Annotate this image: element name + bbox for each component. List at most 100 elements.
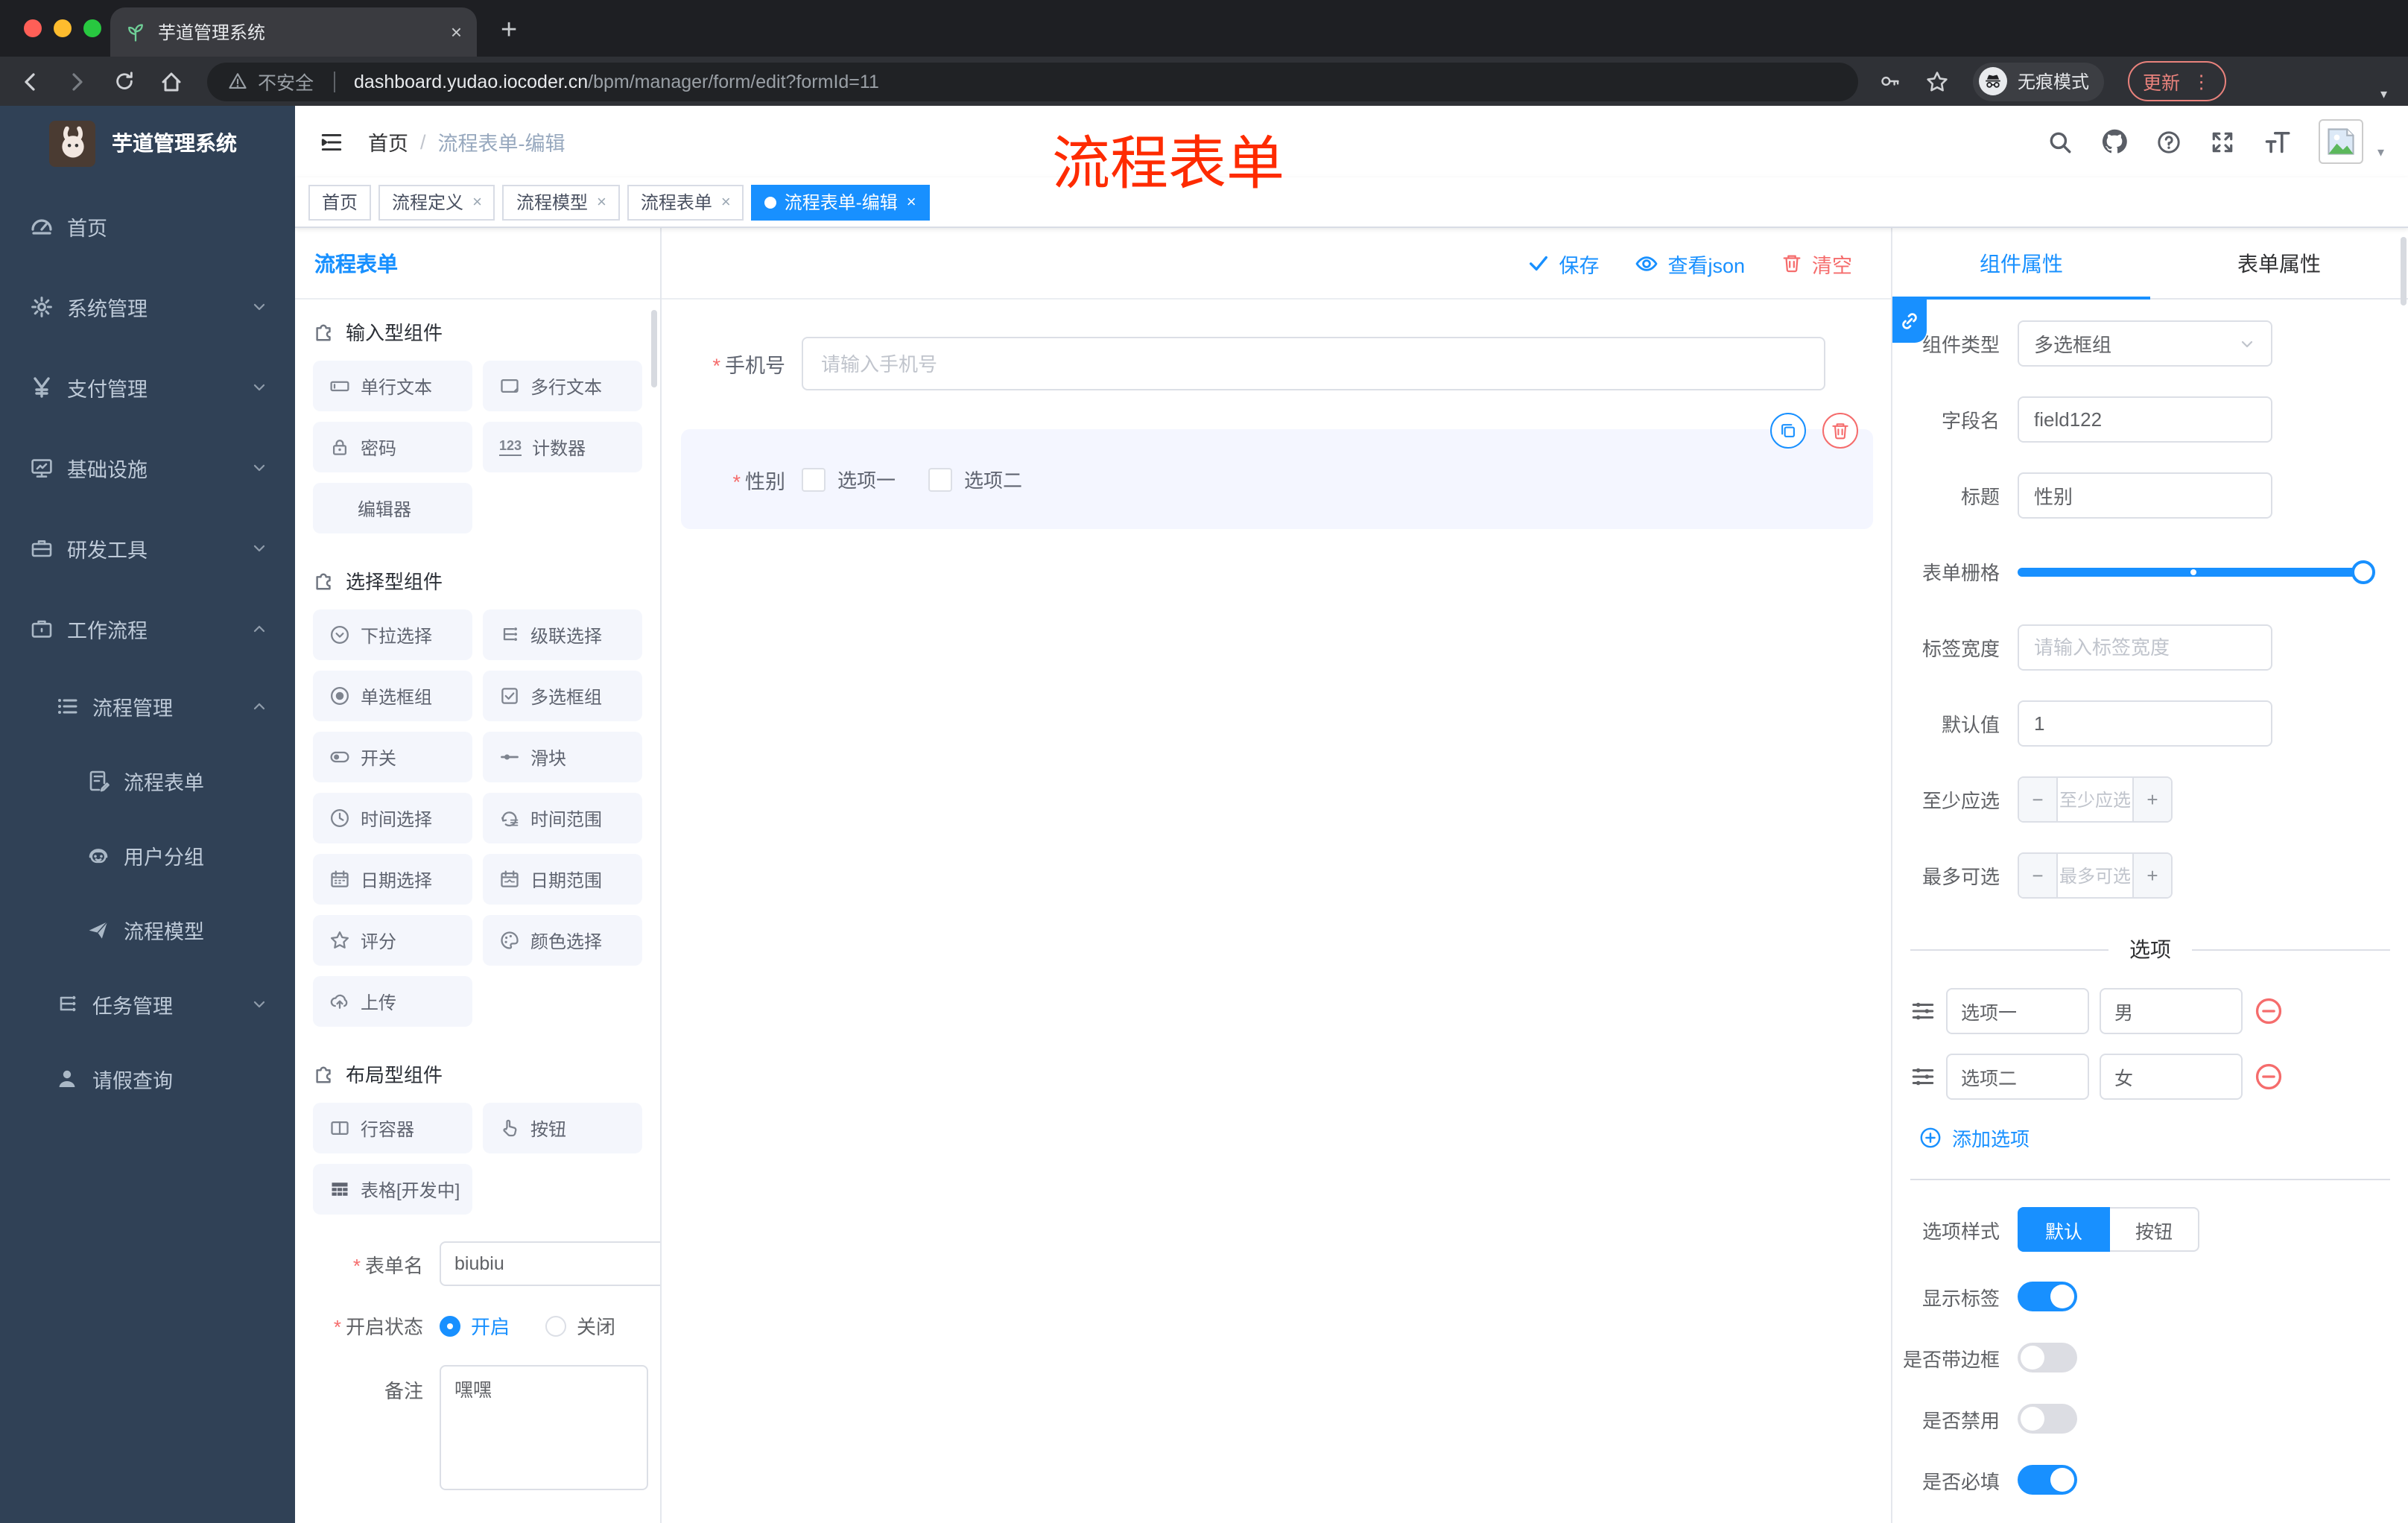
sidebar-item-process-form[interactable]: 流程表单 bbox=[0, 744, 295, 818]
decrease-button[interactable]: − bbox=[2019, 854, 2058, 897]
component-single-text[interactable]: 单行文本 bbox=[313, 361, 472, 411]
home-icon[interactable] bbox=[159, 69, 183, 93]
option1-label-input[interactable] bbox=[1946, 988, 2089, 1034]
tab-form-props[interactable]: 表单属性 bbox=[2150, 228, 2408, 298]
stepper-placeholder[interactable]: 至少应选 bbox=[2058, 778, 2132, 821]
component-upload[interactable]: 上传 bbox=[313, 976, 472, 1027]
sidebar-logo[interactable]: 芋道管理系统 bbox=[0, 106, 295, 180]
tag-close-icon[interactable]: × bbox=[472, 193, 482, 211]
github-icon[interactable] bbox=[2102, 128, 2129, 155]
component-type-select[interactable]: 多选框组 bbox=[2018, 320, 2272, 367]
stepper-placeholder[interactable]: 最多可选 bbox=[2058, 854, 2132, 897]
delete-widget-button[interactable] bbox=[1822, 413, 1858, 449]
zoom-window-button[interactable] bbox=[83, 19, 101, 37]
component-table[interactable]: 表格[开发中] bbox=[313, 1164, 472, 1215]
tag-home[interactable]: 首页 bbox=[308, 184, 372, 220]
show-label-toggle[interactable] bbox=[2018, 1282, 2077, 1311]
drag-handle-icon[interactable] bbox=[1910, 998, 1936, 1024]
password-key-icon[interactable] bbox=[1879, 70, 1901, 92]
component-password[interactable]: 密码 bbox=[313, 422, 472, 472]
status-off-radio[interactable]: 关闭 bbox=[545, 1311, 615, 1340]
tag-process-form-edit[interactable]: 流程表单-编辑 × bbox=[751, 184, 930, 220]
sidebar-item-user-group[interactable]: 用户分组 bbox=[0, 818, 295, 893]
tag-process-model[interactable]: 流程模型 × bbox=[502, 184, 620, 220]
decrease-button[interactable]: − bbox=[2019, 778, 2058, 821]
component-color-picker[interactable]: 颜色选择 bbox=[483, 915, 642, 966]
gender-option2-checkbox[interactable]: 选项二 bbox=[928, 465, 1022, 493]
fullscreen-icon[interactable] bbox=[2211, 129, 2236, 154]
label-width-input[interactable] bbox=[2018, 624, 2272, 671]
phone-input[interactable] bbox=[802, 337, 1825, 390]
slider-handle[interactable] bbox=[2351, 560, 2375, 583]
component-multi-text[interactable]: 多行文本 bbox=[483, 361, 642, 411]
profile-caret-icon[interactable]: ▾ bbox=[2380, 86, 2387, 103]
border-toggle[interactable] bbox=[2018, 1343, 2077, 1372]
component-slider[interactable]: 滑块 bbox=[483, 732, 642, 782]
new-tab-button[interactable]: + bbox=[501, 15, 517, 48]
tab-close-icon[interactable]: × bbox=[451, 21, 462, 43]
tag-process-form[interactable]: 流程表单 × bbox=[627, 184, 744, 220]
style-button-button[interactable]: 按钮 bbox=[2110, 1207, 2199, 1252]
component-checkbox-group[interactable]: 多选框组 bbox=[483, 671, 642, 721]
required-toggle[interactable] bbox=[2018, 1465, 2077, 1495]
drag-handle-icon[interactable] bbox=[1910, 1064, 1936, 1089]
increase-button[interactable]: + bbox=[2132, 854, 2171, 897]
component-date-picker[interactable]: 日期选择 bbox=[313, 854, 472, 905]
sidebar-item-devtools[interactable]: 研发工具 bbox=[0, 508, 295, 589]
disabled-toggle[interactable] bbox=[2018, 1404, 2077, 1434]
update-browser-button[interactable]: 更新 ⋮ bbox=[2128, 61, 2226, 101]
component-switch[interactable]: 开关 bbox=[313, 732, 472, 782]
option2-label-input[interactable] bbox=[1946, 1054, 2089, 1100]
form-name-input[interactable] bbox=[440, 1241, 660, 1286]
duplicate-widget-button[interactable] bbox=[1770, 413, 1806, 449]
sidebar-item-home[interactable]: 首页 bbox=[0, 186, 295, 267]
browser-menu-icon[interactable]: ⋮ bbox=[2192, 70, 2211, 92]
component-editor[interactable]: 编辑器 bbox=[313, 483, 472, 533]
inspector-scrollbar[interactable] bbox=[2401, 237, 2407, 305]
sidebar-item-leave-query[interactable]: 请假查询 bbox=[0, 1042, 295, 1116]
component-rate[interactable]: 评分 bbox=[313, 915, 472, 966]
component-date-range[interactable]: 日期范围 bbox=[483, 854, 642, 905]
add-option-button[interactable]: 添加选项 bbox=[1919, 1124, 2408, 1152]
sidebar-item-process-mgmt[interactable]: 流程管理 bbox=[0, 669, 295, 744]
form-grid-slider[interactable] bbox=[2018, 548, 2375, 595]
sidebar-item-system[interactable]: 系统管理 bbox=[0, 267, 295, 347]
palette-scrollbar[interactable] bbox=[651, 310, 657, 387]
title-input[interactable] bbox=[2018, 472, 2272, 519]
sidebar-item-payment[interactable]: 支付管理 bbox=[0, 347, 295, 428]
tag-close-icon[interactable]: × bbox=[721, 193, 731, 211]
avatar-caret-icon[interactable]: ▾ bbox=[2377, 144, 2384, 160]
sidebar-item-workflow[interactable]: 工作流程 bbox=[0, 589, 295, 669]
component-time-range[interactable]: 时间范围 bbox=[483, 793, 642, 843]
field-link-tab[interactable] bbox=[1892, 300, 1927, 343]
canvas-field-phone[interactable]: 手机号 bbox=[699, 337, 1825, 390]
canvas-field-gender-selected[interactable]: 性别 选项一 选项二 bbox=[681, 413, 1873, 529]
avatar[interactable] bbox=[2319, 119, 2364, 164]
component-select[interactable]: 下拉选择 bbox=[313, 609, 472, 660]
status-on-radio[interactable]: 开启 bbox=[440, 1311, 510, 1340]
tag-close-icon[interactable]: × bbox=[907, 193, 916, 211]
style-default-button[interactable]: 默认 bbox=[2018, 1207, 2110, 1252]
tab-component-props[interactable]: 组件属性 bbox=[1892, 228, 2150, 300]
option2-value-input[interactable] bbox=[2100, 1054, 2243, 1100]
save-button[interactable]: 保存 bbox=[1527, 248, 1599, 278]
gender-option1-checkbox[interactable]: 选项一 bbox=[802, 465, 896, 493]
sidebar-item-infra[interactable]: 基础设施 bbox=[0, 428, 295, 508]
option1-value-input[interactable] bbox=[2100, 988, 2243, 1034]
remove-option-icon[interactable] bbox=[2255, 1063, 2283, 1091]
tag-close-icon[interactable]: × bbox=[597, 193, 606, 211]
component-time-picker[interactable]: 时间选择 bbox=[313, 793, 472, 843]
field-name-input[interactable] bbox=[2018, 396, 2272, 443]
close-window-button[interactable] bbox=[24, 19, 42, 37]
sidebar-item-task-mgmt[interactable]: 任务管理 bbox=[0, 967, 295, 1042]
minimize-window-button[interactable] bbox=[54, 19, 72, 37]
clear-button[interactable]: 清空 bbox=[1781, 248, 1852, 278]
component-counter[interactable]: 123 计数器 bbox=[483, 422, 642, 472]
form-remark-textarea[interactable]: 嘿嘿 bbox=[440, 1365, 648, 1490]
view-json-button[interactable]: 查看json bbox=[1635, 248, 1745, 278]
font-size-icon[interactable] bbox=[2264, 128, 2291, 155]
sidebar-item-process-model[interactable]: 流程模型 bbox=[0, 893, 295, 967]
help-icon[interactable] bbox=[2157, 129, 2182, 154]
tag-process-definition[interactable]: 流程定义 × bbox=[378, 184, 495, 220]
remove-option-icon[interactable] bbox=[2255, 997, 2283, 1025]
